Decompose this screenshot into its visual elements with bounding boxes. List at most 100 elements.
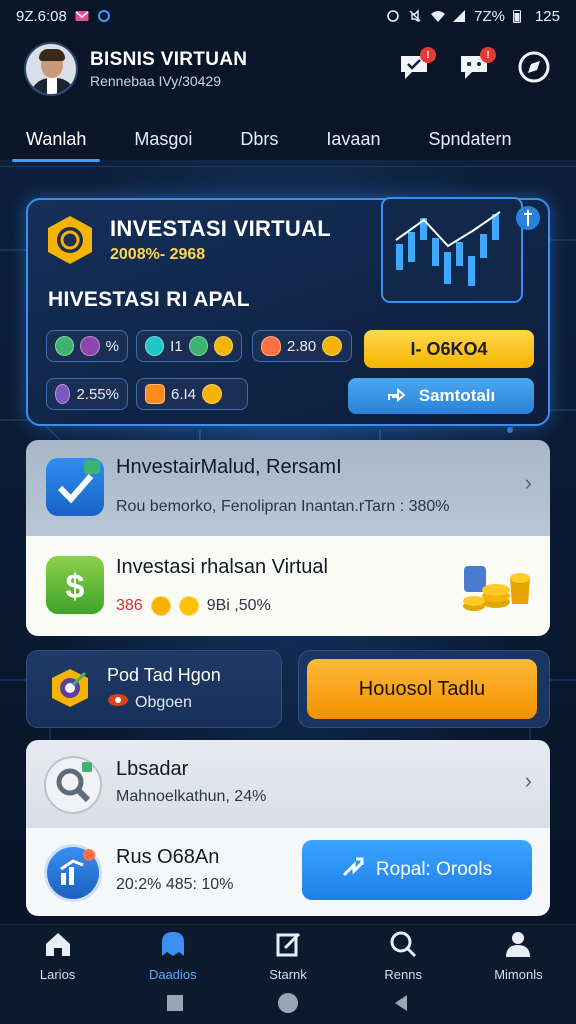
mute-icon bbox=[408, 9, 422, 23]
promo-title: Pod Tad Hgon bbox=[107, 665, 221, 685]
item-title: HnvestairMalud, RersamI bbox=[116, 456, 342, 478]
bottom-navigation: Larios Daadios Starnk Renns Mimonls bbox=[0, 924, 576, 986]
chip-label: I1 bbox=[170, 337, 183, 355]
ghost-icon bbox=[158, 930, 188, 963]
mail-icon bbox=[75, 9, 89, 23]
hero-secondary-button[interactable]: Samtotalı bbox=[348, 378, 534, 414]
avatar[interactable] bbox=[24, 42, 78, 96]
alarm-icon bbox=[386, 9, 400, 23]
status-bar: 9Z.6:08 7Z% 125 bbox=[0, 0, 576, 32]
green-coin-icon bbox=[55, 336, 75, 356]
promo-subtitle: Obgoen bbox=[135, 693, 192, 711]
promo-card[interactable]: Pod Tad Hgon Obgoen bbox=[26, 650, 282, 728]
messages-button[interactable]: ! bbox=[396, 47, 436, 87]
app-subtitle: Rennebaa IVy/30429 bbox=[90, 73, 222, 89]
chip-label: 2.80 bbox=[287, 337, 317, 355]
eye-icon bbox=[107, 693, 129, 712]
battery-text: 7Z% bbox=[474, 7, 505, 25]
gold-coin-icon bbox=[202, 384, 223, 404]
svg-text:$: $ bbox=[66, 568, 85, 606]
list-item[interactable]: $ Investasi rhalsan Virtual 386 9Bi ,50% bbox=[26, 536, 550, 636]
explore-button[interactable] bbox=[516, 51, 552, 87]
chevron-right-icon: › bbox=[524, 470, 532, 495]
tab-iavaan[interactable]: Iavaan bbox=[326, 117, 380, 162]
nav-renns[interactable]: Renns bbox=[346, 925, 461, 986]
report-button-label: Ropal: Orools bbox=[375, 859, 493, 880]
chip-amount[interactable]: 6.I4 bbox=[136, 378, 248, 410]
gold-coin-icon bbox=[213, 336, 233, 356]
nav-home[interactable]: Larios bbox=[0, 925, 115, 986]
investment-logo-icon bbox=[44, 214, 96, 266]
profile-icon bbox=[503, 930, 533, 963]
item-title: Investasi rhalsan Virtual bbox=[116, 556, 328, 578]
hero-investment-card[interactable]: INVESTASI VIRTUAL 2008%- 2968 HIVESTASI … bbox=[26, 197, 550, 426]
green-coin-icon bbox=[188, 336, 208, 356]
tab-spndatern[interactable]: Spndatern bbox=[428, 117, 511, 162]
report-button[interactable]: Ropal: Orools bbox=[302, 840, 532, 900]
target-badge-icon bbox=[49, 667, 91, 709]
nav-label: Renns bbox=[384, 966, 422, 982]
tab-dbrs[interactable]: Dbrs bbox=[240, 117, 278, 162]
purple-coin-icon bbox=[80, 336, 100, 356]
chip-value[interactable]: 2.80 bbox=[252, 330, 352, 362]
home-button-icon[interactable] bbox=[277, 992, 299, 1019]
orange-coin-icon bbox=[145, 384, 165, 404]
orange-action-container: Houosol Tadlu bbox=[298, 650, 550, 728]
chip-label: 6.I4 bbox=[171, 385, 197, 403]
chat-button[interactable]: ! bbox=[456, 47, 496, 87]
battery-icon bbox=[512, 9, 527, 23]
sync-icon bbox=[97, 9, 111, 23]
chip-label: % bbox=[105, 337, 119, 355]
nav-mimonls[interactable]: Mimonls bbox=[461, 925, 576, 986]
dollar-icon: $ bbox=[46, 556, 104, 614]
recents-icon[interactable] bbox=[166, 994, 184, 1017]
tab-masgoi[interactable]: Masgoi bbox=[134, 117, 192, 162]
stat-a: 386 bbox=[116, 597, 143, 614]
chip-label: 2.55% bbox=[76, 385, 119, 403]
hero-subtitle: HIVESTASI RI APAL bbox=[48, 288, 250, 311]
system-navigation bbox=[0, 986, 576, 1024]
chip-rate[interactable]: 2.55% bbox=[46, 378, 128, 410]
wifi-icon bbox=[430, 9, 446, 23]
home-icon bbox=[43, 930, 73, 963]
tabs-divider bbox=[0, 166, 576, 167]
item-detail: Mahnoelkathun, 24% bbox=[116, 788, 267, 805]
notification-badge: ! bbox=[420, 47, 436, 63]
notification-badge: ! bbox=[480, 47, 496, 63]
flame-icon bbox=[261, 336, 281, 356]
item-detail: Rou bemorko, Fenolipran Inantan.rTarn : … bbox=[116, 498, 450, 515]
list-item[interactable]: Rus O68An 20:2% 485: 10% Ropal: Orools bbox=[26, 828, 550, 916]
hero-title: INVESTASI VIRTUAL bbox=[110, 216, 332, 241]
promo-subtitle-row: Obgoen bbox=[107, 693, 192, 712]
nav-daadios[interactable]: Daadios bbox=[115, 925, 230, 986]
list-item[interactable]: Lbsadar Mahnoelkathun, 24% › bbox=[26, 740, 550, 828]
item-stats: 386 9Bi ,50% bbox=[116, 596, 271, 616]
candlestick-chart-icon bbox=[378, 194, 548, 306]
chip-percent[interactable]: % bbox=[46, 330, 128, 362]
list-item[interactable]: HnvestairMalud, RersamI Rou bemorko, Fen… bbox=[26, 440, 550, 536]
item-title: Rus O68An bbox=[116, 846, 220, 868]
tab-wanlah[interactable]: Wanlah bbox=[11, 117, 101, 162]
tab-bar: Wanlah Masgoi Dbrs Iavaan Spndatern bbox=[0, 112, 576, 166]
trend-arrow-icon bbox=[342, 857, 364, 883]
hero-primary-button[interactable]: I- O6KO4 bbox=[364, 330, 534, 368]
signal-icon bbox=[452, 9, 466, 23]
search-icon bbox=[388, 930, 418, 963]
coin-stack-icon bbox=[460, 558, 534, 614]
app-header: BISNIS VIRTUAN Rennebaa IVy/30429 ! ! bbox=[0, 32, 576, 106]
share-icon bbox=[387, 386, 406, 407]
hero-stat: 2008%- 2968 bbox=[110, 246, 206, 263]
nav-label: Mimonls bbox=[494, 966, 543, 982]
orange-action-button[interactable]: Houosol Tadlu bbox=[307, 659, 537, 719]
battery-level: 125 bbox=[534, 7, 560, 25]
back-icon[interactable] bbox=[392, 994, 410, 1017]
item-title: Lbsadar bbox=[116, 758, 189, 780]
secondary-button-label: Samtotalı bbox=[418, 386, 496, 405]
edit-icon bbox=[273, 930, 303, 963]
stat-b: 9Bi ,50% bbox=[206, 597, 271, 614]
search-chart-icon bbox=[44, 756, 102, 814]
nav-starnk[interactable]: Starnk bbox=[230, 925, 345, 986]
gold-coin-icon bbox=[322, 336, 343, 356]
purple-gem-icon bbox=[55, 384, 71, 404]
chip-i1[interactable]: I1 bbox=[136, 330, 242, 362]
